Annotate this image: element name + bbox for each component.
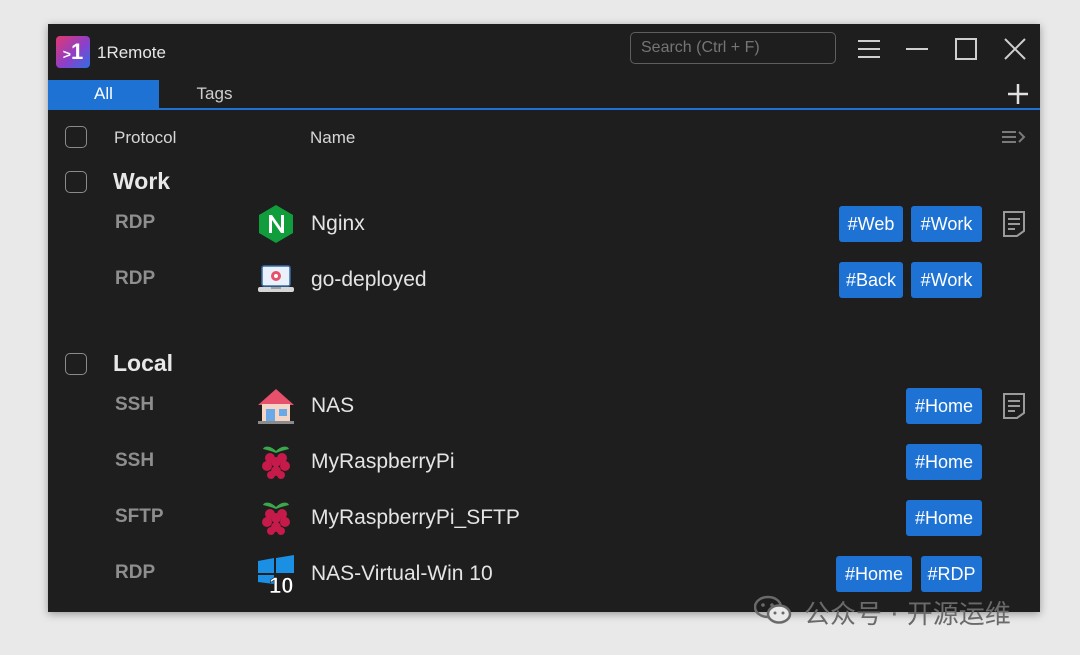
- house-icon: [256, 386, 296, 426]
- app-logo-text: 1: [70, 39, 84, 64]
- tab-underline: [48, 108, 1040, 110]
- server-protocol: RDP: [115, 212, 156, 233]
- server-name: MyRaspberryPi_SFTP: [311, 506, 520, 529]
- menu-button[interactable]: [854, 34, 884, 64]
- server-name: MyRaspberryPi: [311, 450, 455, 473]
- raspberry-icon: [256, 442, 296, 482]
- nginx-icon: [256, 204, 296, 244]
- watermark-text: 公众号 · 开源运维: [804, 600, 1011, 630]
- search-input[interactable]: [630, 32, 836, 64]
- laptop-gear-icon: [256, 260, 296, 300]
- tab-all[interactable]: All: [48, 80, 159, 108]
- minimize-icon: [906, 48, 928, 50]
- plus-icon: [1008, 84, 1028, 104]
- note-icon: [1003, 393, 1025, 419]
- note-button[interactable]: [1001, 391, 1027, 421]
- server-protocol: SFTP: [115, 506, 164, 527]
- tag-work[interactable]: #Work: [911, 206, 982, 242]
- tag-home[interactable]: #Home: [906, 388, 982, 424]
- group-title-work: Work: [113, 168, 171, 194]
- column-header: Protocol Name: [48, 124, 1040, 154]
- column-options-button[interactable]: [1000, 126, 1028, 150]
- server-protocol: SSH: [115, 394, 155, 415]
- app-title: 1Remote: [97, 43, 166, 62]
- list-expand-icon: [1002, 131, 1026, 143]
- tab-tags[interactable]: Tags: [159, 80, 270, 108]
- server-protocol: RDP: [115, 268, 156, 289]
- server-row[interactable]: SSH MyRaspberryPi #Home: [48, 438, 1040, 488]
- server-protocol: RDP: [115, 562, 156, 583]
- close-button[interactable]: [1000, 34, 1030, 64]
- note-icon: [1003, 211, 1025, 237]
- tag-rdp[interactable]: #RDP: [921, 556, 982, 592]
- server-name: go-deployed: [311, 268, 427, 291]
- maximize-button[interactable]: [951, 34, 981, 64]
- server-protocol: SSH: [115, 450, 155, 471]
- tag-home[interactable]: #Home: [906, 444, 982, 480]
- maximize-icon: [955, 38, 977, 60]
- tag-work[interactable]: #Work: [911, 262, 982, 298]
- close-icon: [1004, 38, 1026, 60]
- server-row[interactable]: RDP Nginx #Web #Work: [48, 200, 1040, 250]
- watermark: 公众号 · 开源运维: [754, 592, 1054, 630]
- group-local-checkbox[interactable]: [65, 353, 87, 375]
- tag-web[interactable]: #Web: [839, 206, 903, 242]
- app-window: >1 1Remote All: [48, 24, 1040, 612]
- group-work-checkbox[interactable]: [65, 171, 87, 193]
- server-row[interactable]: RDP go-deployed #Back #Work: [48, 256, 1040, 306]
- tag-home[interactable]: #Home: [906, 500, 982, 536]
- server-name: NAS: [311, 394, 355, 417]
- select-all-checkbox[interactable]: [65, 126, 87, 148]
- hamburger-menu-icon: [858, 40, 880, 58]
- title-bar: >1 1Remote: [48, 24, 1040, 80]
- tab-bar: All Tags: [48, 80, 1040, 110]
- server-row[interactable]: SFTP MyRaspberryPi_SFTP #Home: [48, 494, 1040, 544]
- note-button[interactable]: [1001, 209, 1027, 239]
- windows-10-icon: 10: [256, 554, 296, 598]
- server-name: Nginx: [311, 212, 365, 235]
- server-name: NAS-Virtual-Win 10: [311, 562, 493, 585]
- raspberry-icon: [256, 498, 296, 538]
- wechat-icon: [754, 595, 792, 624]
- name-column-header[interactable]: Name: [310, 128, 355, 148]
- app-logo: >1: [56, 36, 90, 68]
- tag-home[interactable]: #Home: [836, 556, 912, 592]
- server-row[interactable]: SSH NAS #Home: [48, 382, 1040, 432]
- tag-back[interactable]: #Back: [839, 262, 903, 298]
- protocol-column-header[interactable]: Protocol: [114, 128, 176, 148]
- minimize-button[interactable]: [902, 34, 932, 64]
- group-title-local: Local: [113, 350, 174, 376]
- svg-text:10: 10: [269, 573, 293, 594]
- add-server-button[interactable]: [1006, 82, 1030, 106]
